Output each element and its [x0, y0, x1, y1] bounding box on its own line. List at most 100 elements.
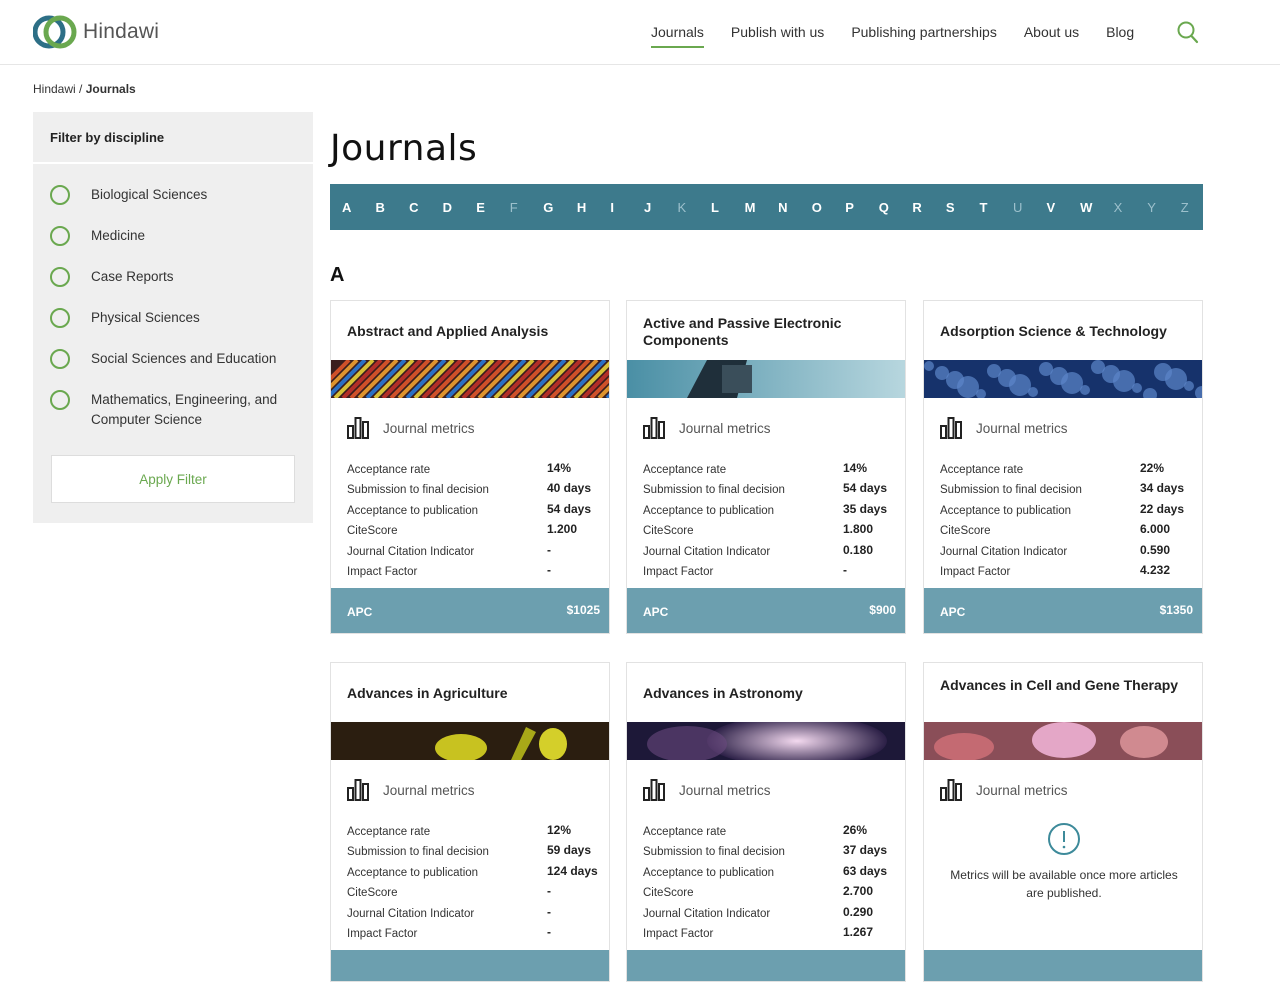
metric-value: 35 days	[843, 502, 888, 516]
alphabet-bar: A B C D E F G H I J K L M N O P Q R S T U V W X Y Z	[330, 184, 1203, 230]
metric-row: Submission to final decision 59 days	[347, 843, 603, 858]
apc-bar	[331, 950, 609, 981]
metric-label: Submission to final decision	[347, 846, 489, 858]
alphabet-letter-k: K	[677, 200, 687, 215]
metric-label: Acceptance rate	[643, 826, 727, 838]
alphabet-letter-h[interactable]: H	[577, 200, 586, 215]
alphabet-letter-p[interactable]: P	[845, 200, 854, 215]
alphabet-letter-w[interactable]: W	[1080, 200, 1092, 215]
hindawi-logo[interactable]: Hindawi	[33, 13, 159, 51]
metric-row: Journal Citation Indicator 0.590	[940, 543, 1196, 558]
alphabet-letter-l[interactable]: L	[711, 200, 719, 215]
metric-row: Acceptance rate 26%	[643, 823, 899, 838]
metric-label: Submission to final decision	[643, 846, 785, 858]
alphabet-letter-q[interactable]: Q	[879, 200, 889, 215]
metric-row: CiteScore -	[347, 884, 603, 899]
metric-value: 2.700	[843, 884, 874, 898]
search-icon[interactable]	[1177, 21, 1199, 45]
metric-label: Acceptance rate	[347, 464, 431, 476]
filter-mathematics-engineering[interactable]: Mathematics, Engineering, and Computer S…	[50, 390, 290, 430]
alphabet-letter-c[interactable]: C	[409, 200, 418, 215]
journal-banner-image	[331, 722, 609, 762]
radio-button[interactable]	[50, 226, 70, 246]
journal-title[interactable]: Advances in Agriculture	[347, 685, 597, 702]
alphabet-letter-m[interactable]: M	[745, 200, 756, 215]
metric-value: 14%	[843, 461, 868, 475]
metrics-heading: Journal metrics	[347, 417, 475, 439]
metrics-unavailable-notice: Metrics will be available once more arti…	[950, 868, 1178, 900]
journal-banner-image	[627, 360, 905, 398]
apc-bar: APC $900	[627, 588, 905, 633]
journal-card[interactable]: Abstract and Applied Analysis Journal met…	[330, 300, 610, 634]
apc-price: $900	[869, 603, 896, 617]
metric-label: Submission to final decision	[347, 484, 489, 496]
alphabet-letter-v[interactable]: V	[1047, 200, 1056, 215]
alphabet-letter-n[interactable]: N	[778, 200, 787, 215]
journal-title[interactable]: Abstract and Applied Analysis	[347, 323, 597, 340]
metrics-heading-label: Journal metrics	[976, 782, 1068, 798]
alphabet-letter-o[interactable]: O	[812, 200, 822, 215]
nav-about-us[interactable]: About us	[1024, 24, 1079, 48]
journal-card[interactable]: Adsorption Science & Technology Journal m…	[923, 300, 1203, 634]
logo-rings-icon	[33, 15, 77, 49]
metric-label: Journal Citation Indicator	[347, 546, 475, 558]
breadcrumb-root[interactable]: Hindawi	[33, 82, 76, 96]
radio-button[interactable]	[50, 267, 70, 287]
metric-value: 22 days	[1140, 502, 1185, 516]
filter-social-sciences[interactable]: Social Sciences and Education	[50, 349, 276, 369]
nav-journals[interactable]: Journals	[651, 24, 704, 48]
metrics-heading-label: Journal metrics	[976, 420, 1068, 436]
alphabet-letter-j[interactable]: J	[644, 200, 651, 215]
radio-button[interactable]	[50, 185, 70, 205]
metric-row: CiteScore 2.700	[643, 884, 899, 899]
journal-card[interactable]: Advances in Agriculture Journal metrics Ac…	[330, 662, 610, 982]
journal-card[interactable]: Advances in Cell and Gene Therapy Journal…	[923, 662, 1203, 982]
radio-button[interactable]	[50, 390, 70, 410]
apc-price: $1025	[566, 603, 600, 617]
alphabet-letter-g[interactable]: G	[543, 200, 553, 215]
radio-button[interactable]	[50, 349, 70, 369]
apc-bar: APC $1350	[924, 588, 1202, 633]
journal-title[interactable]: Advances in Cell and Gene Therapy	[940, 677, 1190, 694]
journal-title[interactable]: Adsorption Science & Technology	[940, 323, 1190, 340]
radio-button[interactable]	[50, 308, 70, 328]
metrics-heading-label: Journal metrics	[679, 420, 771, 436]
metric-value: -	[547, 563, 551, 577]
metric-label: Impact Factor	[643, 566, 714, 578]
apply-filter-button[interactable]: Apply Filter	[51, 455, 295, 503]
journal-title[interactable]: Active and Passive Electronic Components	[643, 315, 893, 349]
alphabet-letter-y: Y	[1147, 200, 1156, 215]
alphabet-letter-s[interactable]: S	[946, 200, 955, 215]
alphabet-letter-t[interactable]: T	[979, 200, 987, 215]
breadcrumb: Hindawi / Journals	[33, 82, 136, 96]
journal-title[interactable]: Advances in Astronomy	[643, 685, 893, 702]
discipline-filter: Filter by discipline Biological Sciences…	[33, 112, 313, 523]
filter-biological-sciences[interactable]: Biological Sciences	[50, 185, 207, 205]
nav-blog[interactable]: Blog	[1106, 24, 1134, 48]
filter-physical-sciences[interactable]: Physical Sciences	[50, 308, 200, 328]
alphabet-letter-i[interactable]: I	[610, 200, 614, 215]
metric-label: Impact Factor	[347, 928, 418, 940]
filter-medicine[interactable]: Medicine	[50, 226, 145, 246]
alphabet-letter-b[interactable]: B	[376, 200, 385, 215]
alphabet-letter-a[interactable]: A	[342, 200, 351, 215]
logo-text: Hindawi	[83, 20, 160, 43]
nav-publish-with-us[interactable]: Publish with us	[731, 24, 824, 48]
alphabet-letter-r[interactable]: R	[912, 200, 921, 215]
alphabet-letter-d[interactable]: D	[443, 200, 452, 215]
journal-card[interactable]: Advances in Astronomy Journal metrics Acce…	[626, 662, 906, 982]
page-title: Journals	[330, 128, 478, 169]
journal-banner-image	[924, 722, 1202, 761]
filter-case-reports[interactable]: Case Reports	[50, 267, 174, 287]
metric-value: 22%	[1140, 461, 1165, 475]
nav-publishing-partnerships[interactable]: Publishing partnerships	[851, 24, 997, 48]
breadcrumb-separator: /	[75, 82, 86, 96]
bar-chart-icon	[347, 417, 369, 439]
metric-value: 1.800	[843, 522, 874, 536]
journal-card[interactable]: Active and Passive Electronic Components…	[626, 300, 906, 634]
metric-label: CiteScore	[347, 887, 398, 899]
filter-title: Filter by discipline	[33, 112, 313, 164]
alphabet-letter-e[interactable]: E	[476, 200, 485, 215]
metric-value: 124 days	[547, 864, 598, 878]
metric-value: 59 days	[547, 843, 592, 857]
